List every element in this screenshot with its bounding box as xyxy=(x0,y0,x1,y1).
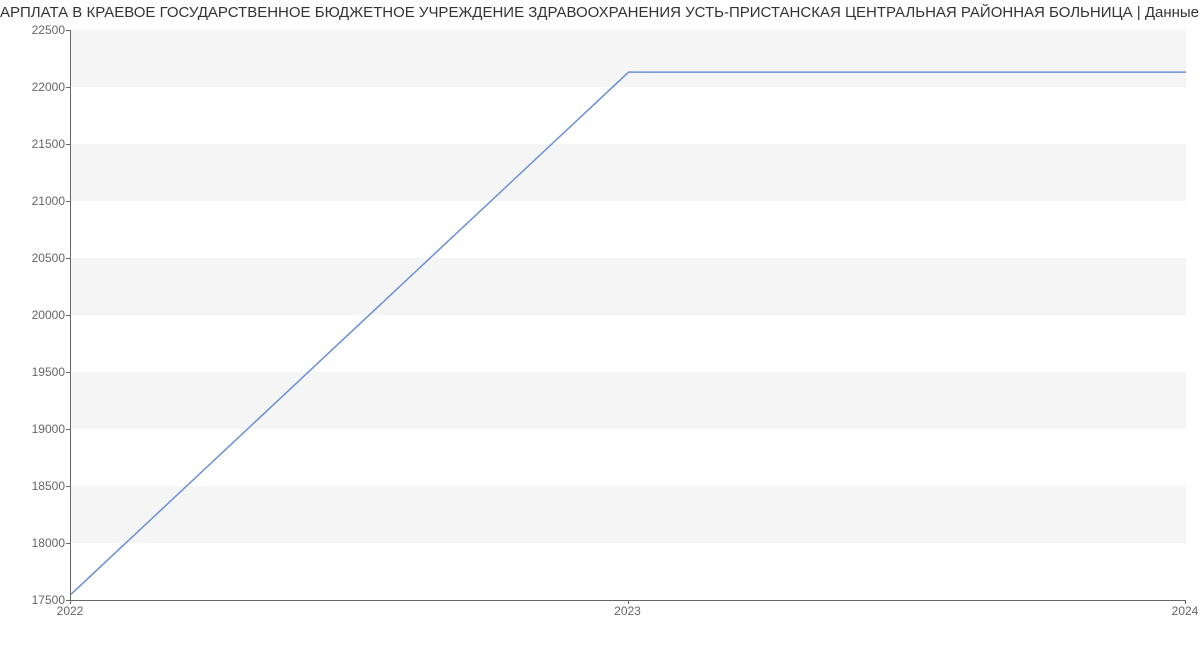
y-tick-label: 18500 xyxy=(5,479,65,493)
y-tick-label: 18000 xyxy=(5,536,65,550)
y-tick-mark xyxy=(66,429,70,430)
y-tick-mark xyxy=(66,30,70,31)
y-tick-mark xyxy=(66,315,70,316)
x-tick-mark xyxy=(70,600,71,604)
y-tick-label: 22500 xyxy=(5,23,65,37)
x-tick-label: 2023 xyxy=(614,604,641,618)
y-tick-label: 22000 xyxy=(5,80,65,94)
y-tick-label: 21500 xyxy=(5,137,65,151)
y-tick-mark xyxy=(66,201,70,202)
y-tick-mark xyxy=(66,144,70,145)
y-tick-label: 20500 xyxy=(5,251,65,265)
y-tick-label: 21000 xyxy=(5,194,65,208)
y-tick-label: 20000 xyxy=(5,308,65,322)
line-series xyxy=(71,30,1186,600)
chart-title: АРПЛАТА В КРАЕВОЕ ГОСУДАРСТВЕННОЕ БЮДЖЕТ… xyxy=(0,4,1200,21)
y-tick-mark xyxy=(66,486,70,487)
y-tick-label: 19000 xyxy=(5,422,65,436)
x-tick-mark xyxy=(1185,600,1186,604)
y-tick-mark xyxy=(66,543,70,544)
y-tick-mark xyxy=(66,87,70,88)
y-tick-label: 19500 xyxy=(5,365,65,379)
x-tick-label: 2024 xyxy=(1172,604,1199,618)
y-tick-mark xyxy=(66,258,70,259)
y-tick-mark xyxy=(66,372,70,373)
x-tick-label: 2022 xyxy=(57,604,84,618)
x-tick-mark xyxy=(628,600,629,604)
series-line xyxy=(71,72,1186,594)
plot-area xyxy=(70,30,1186,601)
